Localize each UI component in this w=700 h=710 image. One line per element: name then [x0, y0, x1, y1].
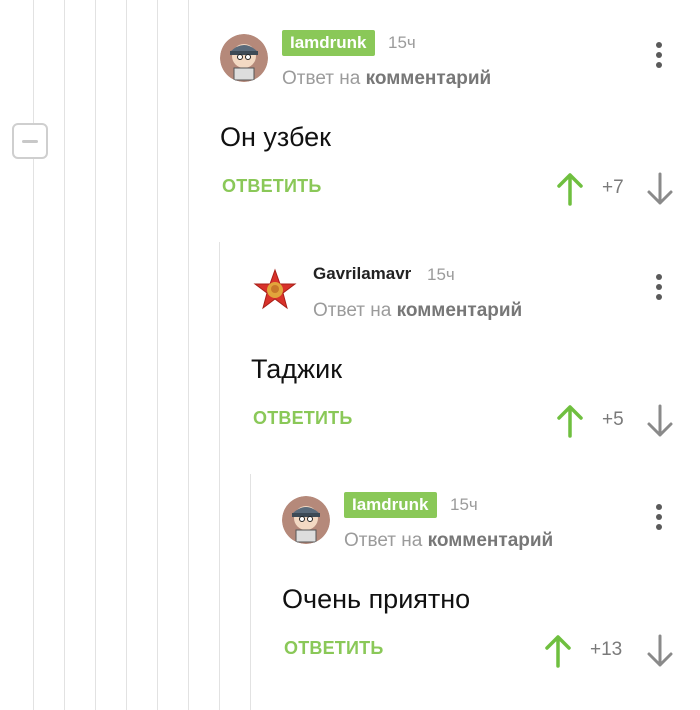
reply-prefix: Ответ на [344, 530, 423, 551]
upvote-arrow-icon[interactable] [544, 634, 572, 668]
comment-text: Он узбек [220, 122, 331, 152]
reply-link[interactable]: комментарий [397, 300, 523, 321]
more-options-icon[interactable] [655, 42, 663, 72]
timestamp: 15ч [427, 265, 455, 284]
collapse-thread-button[interactable] [12, 123, 48, 159]
downvote-arrow-icon[interactable] [646, 172, 674, 206]
reply-to-link[interactable]: Ответ на комментарий [282, 68, 491, 90]
cartman-avatar-icon [220, 34, 268, 82]
thread-line [219, 242, 220, 710]
reply-button[interactable]: ОТВЕТИТЬ [284, 638, 383, 659]
thread-line [33, 0, 34, 710]
thread-line [188, 0, 189, 710]
thread-line [64, 0, 65, 710]
avatar[interactable] [251, 266, 299, 314]
downvote-arrow-icon[interactable] [646, 404, 674, 438]
reply-link[interactable]: комментарий [366, 68, 492, 89]
score: +7 [602, 177, 624, 198]
reply-prefix: Ответ на [282, 68, 361, 89]
comment-actions: ОТВЕТИТЬ +7 [220, 172, 700, 208]
author-name[interactable]: Iamdrunk [344, 492, 437, 518]
comment-text: Очень приятно [282, 584, 471, 614]
reply-button[interactable]: ОТВЕТИТЬ [253, 408, 352, 429]
reply-prefix: Ответ на [313, 300, 392, 321]
cartman-avatar-icon [282, 496, 330, 544]
reply-link[interactable]: комментарий [428, 530, 554, 551]
avatar[interactable] [220, 34, 268, 82]
thread-line [250, 474, 251, 710]
score: +13 [590, 639, 623, 660]
downvote-arrow-icon[interactable] [646, 634, 674, 668]
thread-line [95, 0, 96, 710]
upvote-arrow-icon[interactable] [556, 172, 584, 206]
avatar[interactable] [282, 496, 330, 544]
author-name[interactable]: Iamdrunk [282, 30, 375, 56]
reply-to-link[interactable]: Ответ на комментарий [344, 530, 553, 552]
reply-button[interactable]: ОТВЕТИТЬ [222, 176, 321, 197]
comment-actions: ОТВЕТИТЬ +13 [282, 634, 700, 670]
comment-text: Таджик [251, 354, 343, 384]
thread-line [126, 0, 127, 710]
comment-actions: ОТВЕТИТЬ +5 [251, 404, 700, 440]
reply-to-link[interactable]: Ответ на комментарий [313, 300, 522, 322]
timestamp: 15ч [388, 33, 416, 52]
more-options-icon[interactable] [655, 504, 663, 534]
comment: Iamdrunk 15ч Ответ на комментарий Очень … [282, 492, 700, 672]
upvote-arrow-icon[interactable] [556, 404, 584, 438]
more-options-icon[interactable] [655, 274, 663, 304]
score: +5 [602, 409, 624, 430]
timestamp: 15ч [450, 495, 478, 514]
red-star-avatar-icon [253, 268, 297, 310]
author-name[interactable]: Gavrilamavr [313, 264, 411, 284]
thread-line [157, 0, 158, 710]
comment: Iamdrunk 15ч Ответ на комментарий Он узб… [220, 30, 700, 210]
comment: Gavrilamavr 15ч Ответ на комментарий Тад… [251, 262, 700, 442]
